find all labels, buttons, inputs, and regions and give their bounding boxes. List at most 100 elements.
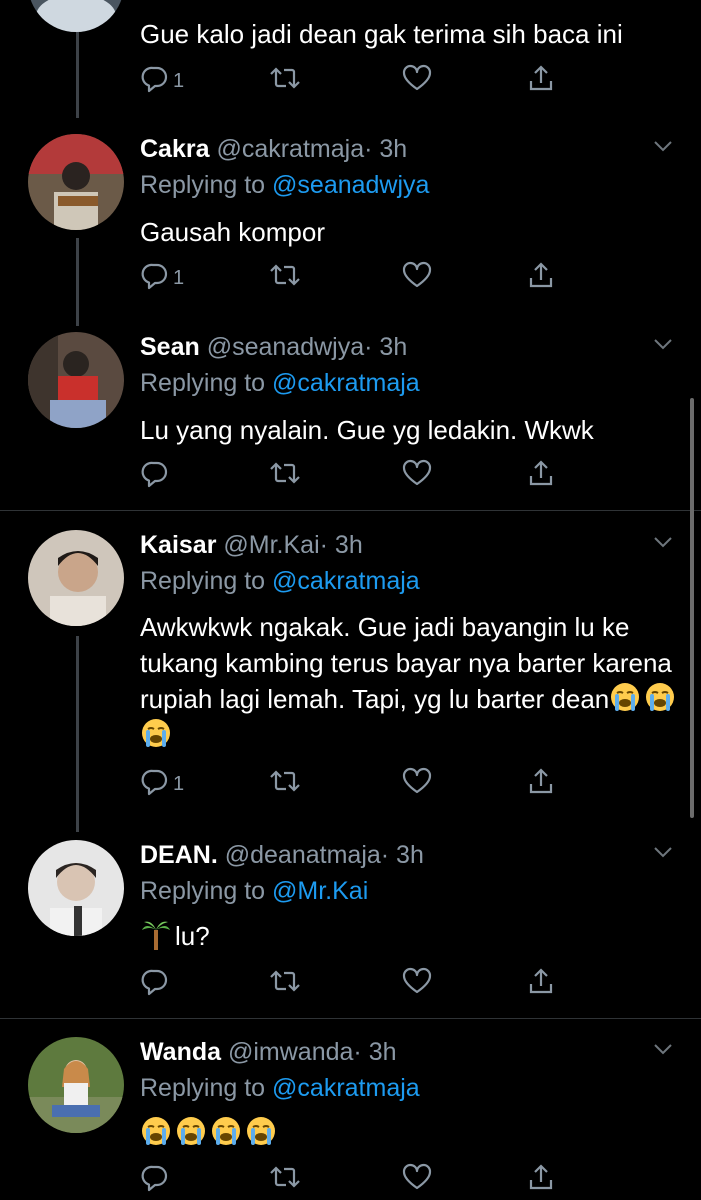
username[interactable]: @Mr.Kai [223, 531, 319, 559]
retweet-icon-button[interactable] [268, 63, 302, 99]
share-icon-button[interactable] [526, 966, 556, 1002]
loudly-crying-face-icon [210, 1115, 242, 1147]
loudly-crying-face-icon [644, 681, 676, 713]
avatar[interactable] [28, 134, 124, 230]
reply-icon [140, 458, 170, 494]
reply-icon-button[interactable] [140, 1162, 170, 1198]
divider [0, 510, 701, 511]
heart-icon-button[interactable] [402, 458, 432, 494]
avatar[interactable] [28, 530, 124, 626]
display-name[interactable]: Cakra [140, 135, 210, 163]
username[interactable]: @cakratmaja [216, 135, 364, 163]
share-icon [526, 458, 556, 494]
heart-icon-button[interactable] [402, 63, 432, 99]
replying-prefix: Replying to [140, 369, 273, 397]
display-name[interactable]: Sean [140, 333, 200, 361]
emoji-row [140, 1115, 280, 1148]
mention-link[interactable]: @cakratmaja [272, 369, 420, 397]
loudly-crying-face-icon [175, 1115, 207, 1147]
scrollbar[interactable] [690, 398, 694, 818]
reply-icon-button[interactable]: 1 [140, 766, 184, 802]
retweet-icon-button[interactable] [268, 766, 302, 802]
heart-icon [402, 63, 432, 99]
reply-icon [140, 966, 170, 1002]
tweet-header: Kaisar @Mr.Kai· 3h [140, 530, 363, 560]
thread-line [76, 636, 79, 832]
timestamp: · 3h [364, 333, 408, 361]
heart-icon [402, 966, 432, 1002]
avatar[interactable] [28, 332, 124, 428]
avatar[interactable] [28, 1037, 124, 1133]
replying-prefix: Replying to [140, 877, 273, 905]
retweet-icon [268, 966, 302, 1002]
palm-tree-icon [140, 918, 172, 950]
tweet-text: lu? [140, 918, 680, 954]
heart-icon-button[interactable] [402, 966, 432, 1002]
replying-to: Replying to @Mr.Kai [140, 876, 368, 906]
tweet-text-body: lu? [175, 921, 210, 951]
heart-icon-button[interactable] [402, 260, 432, 296]
username[interactable]: @imwanda [228, 1038, 353, 1066]
share-icon-button[interactable] [526, 63, 556, 99]
retweet-icon-button[interactable] [268, 458, 302, 494]
display-name[interactable]: Kaisar [140, 531, 216, 559]
chevron-down-icon[interactable] [651, 134, 675, 163]
retweet-icon [268, 458, 302, 494]
chevron-down-icon[interactable] [651, 332, 675, 361]
replying-to: Replying to @cakratmaja [140, 368, 420, 398]
reply-icon [140, 260, 170, 296]
timestamp: · 3h [380, 841, 424, 869]
reply-icon-button[interactable] [140, 458, 170, 494]
avatar[interactable] [28, 840, 124, 936]
loudly-crying-face-icon [140, 717, 172, 749]
share-icon-button[interactable] [526, 458, 556, 494]
reply-icon-button[interactable]: 1 [140, 260, 184, 296]
reply-count: 1 [173, 69, 185, 92]
mention-link[interactable]: @seanadwjya [272, 171, 429, 199]
replying-to: Replying to @cakratmaja [140, 1073, 420, 1103]
tweet-header: DEAN. @deanatmaja· 3h [140, 840, 424, 870]
reply-icon-button[interactable] [140, 966, 170, 1002]
share-icon-button[interactable] [526, 260, 556, 296]
replying-to: Replying to @seanadwjya [140, 170, 429, 200]
tweet-actions: 1 [140, 260, 680, 296]
retweet-icon-button[interactable] [268, 966, 302, 1002]
share-icon-button[interactable] [526, 766, 556, 802]
username[interactable]: @deanatmaja [225, 841, 381, 869]
username[interactable]: @seanadwjya [207, 333, 364, 361]
avatar[interactable] [28, 0, 124, 32]
tweet-actions: 1 [140, 766, 680, 802]
reply-count: 1 [173, 772, 185, 795]
share-icon-button[interactable] [526, 1162, 556, 1198]
retweet-icon [268, 260, 302, 296]
tweet-actions [140, 966, 680, 1002]
tweet-text: Gue kalo jadi dean gak terima sih baca i… [140, 19, 623, 49]
heart-icon [402, 458, 432, 494]
display-name[interactable]: Wanda [140, 1038, 221, 1066]
mention-link[interactable]: @Mr.Kai [272, 877, 368, 905]
divider [0, 1018, 701, 1019]
heart-icon-button[interactable] [402, 766, 432, 802]
mention-link[interactable]: @cakratmaja [272, 1074, 420, 1102]
reply-icon [140, 766, 170, 802]
replying-prefix: Replying to [140, 1074, 273, 1102]
tweet-actions [140, 1162, 680, 1198]
replying-prefix: Replying to [140, 171, 273, 199]
reply-count: 1 [173, 266, 185, 289]
replying-to: Replying to @cakratmaja [140, 566, 420, 596]
mention-link[interactable]: @cakratmaja [272, 567, 420, 595]
thread-line [76, 238, 79, 326]
tweet-text-body: Awkwkwk ngakak. Gue jadi bayangin lu ke … [140, 612, 672, 714]
retweet-icon-button[interactable] [268, 1162, 302, 1198]
reply-icon-button[interactable]: 1 [140, 63, 184, 99]
heart-icon [402, 766, 432, 802]
retweet-icon-button[interactable] [268, 260, 302, 296]
heart-icon-button[interactable] [402, 1162, 432, 1198]
display-name[interactable]: DEAN. [140, 841, 218, 869]
chevron-down-icon[interactable] [651, 840, 675, 869]
loudly-crying-face-icon [245, 1115, 277, 1147]
reply-icon [140, 63, 170, 99]
share-icon [526, 1162, 556, 1198]
chevron-down-icon[interactable] [651, 1037, 675, 1066]
chevron-down-icon[interactable] [651, 530, 675, 559]
